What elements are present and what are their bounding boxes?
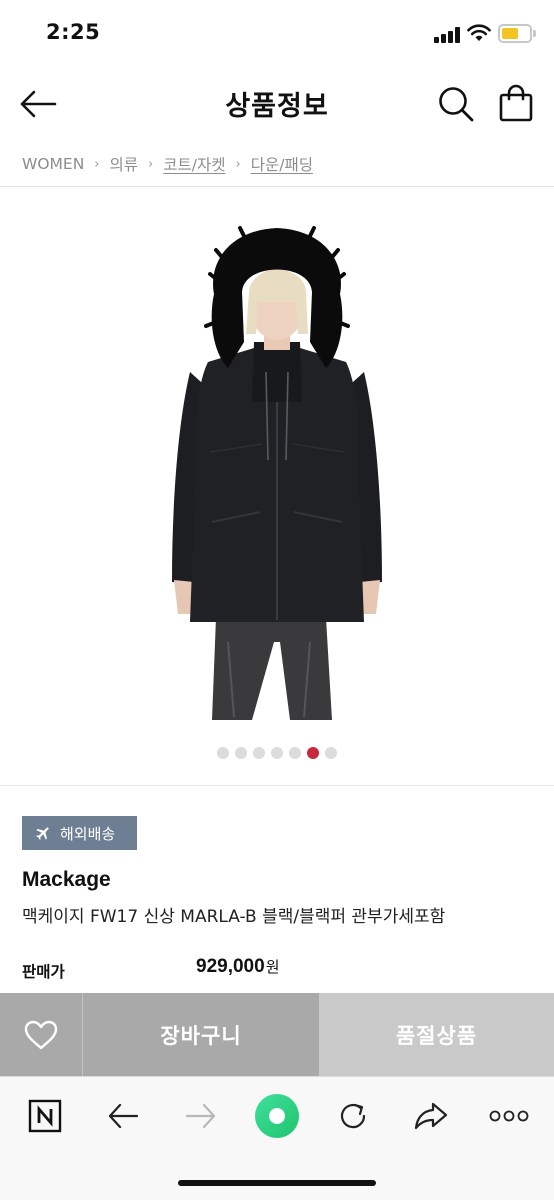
naver-n-icon[interactable]: [22, 1093, 68, 1139]
price-label: 판매가: [22, 963, 65, 981]
airplane-icon: [36, 827, 49, 840]
breadcrumb-item-down-padding[interactable]: 다운/패딩: [251, 153, 313, 175]
battery-icon: [498, 24, 532, 43]
home-indicator[interactable]: [178, 1180, 376, 1186]
pagination-dot[interactable]: [325, 747, 337, 759]
wifi-icon: [467, 24, 491, 41]
add-to-cart-button[interactable]: 장바구니: [83, 993, 319, 1076]
sold-out-button[interactable]: 품절상품: [319, 993, 554, 1076]
product-name: 맥케이지 FW17 신상 MARLA-B 블랙/블랙퍼 관부가세포함: [22, 907, 446, 927]
battery-tip: [533, 30, 536, 37]
shopping-bag-icon[interactable]: [495, 82, 537, 124]
status-bar: 2:25: [0, 0, 554, 66]
header: 상품정보: [0, 66, 554, 142]
breadcrumb-item-clothing[interactable]: 의류: [110, 153, 139, 175]
pagination-dot[interactable]: [289, 747, 301, 759]
pagination-dot[interactable]: [235, 747, 247, 759]
status-time: 2:25: [46, 20, 101, 44]
search-icon[interactable]: [436, 84, 476, 124]
back-arrow-icon[interactable]: [100, 1093, 146, 1139]
cellular-signal-icon: [434, 27, 460, 43]
divider: [0, 785, 554, 786]
price-unit: 원: [265, 959, 280, 976]
image-pagination: [0, 747, 554, 761]
product-image[interactable]: [150, 222, 404, 722]
divider: [0, 186, 554, 187]
chevron-right-icon: ›: [94, 156, 100, 172]
breadcrumb-item-women[interactable]: WOMEN: [22, 155, 84, 173]
price-value: 929,000: [196, 956, 265, 977]
pagination-dot[interactable]: [253, 747, 265, 759]
badge-label: 해외배송: [60, 824, 116, 843]
purchase-bar: 장바구니 품절상품: [0, 993, 554, 1076]
pagination-dot[interactable]: [271, 747, 283, 759]
refresh-icon[interactable]: [330, 1093, 376, 1139]
forward-arrow-icon[interactable]: [178, 1093, 224, 1139]
chevron-right-icon: ›: [148, 156, 154, 172]
pagination-dot[interactable]: [217, 747, 229, 759]
chevron-right-icon: ›: [235, 156, 241, 172]
pagination-dot[interactable]: [307, 747, 319, 759]
more-dots-icon[interactable]: [486, 1093, 532, 1139]
heart-icon: [24, 1020, 58, 1049]
wishlist-button[interactable]: [0, 993, 83, 1076]
breadcrumb: WOMEN › 의류 › 코트/자켓 › 다운/패딩: [22, 152, 313, 176]
share-icon[interactable]: [408, 1093, 454, 1139]
overseas-shipping-badge: 해외배송: [22, 816, 137, 850]
breadcrumb-item-coat-jacket[interactable]: 코트/자켓: [163, 153, 225, 175]
brand-name[interactable]: Mackage: [22, 868, 111, 892]
green-dot-icon[interactable]: [254, 1093, 300, 1139]
price: 929,000원: [196, 956, 280, 978]
